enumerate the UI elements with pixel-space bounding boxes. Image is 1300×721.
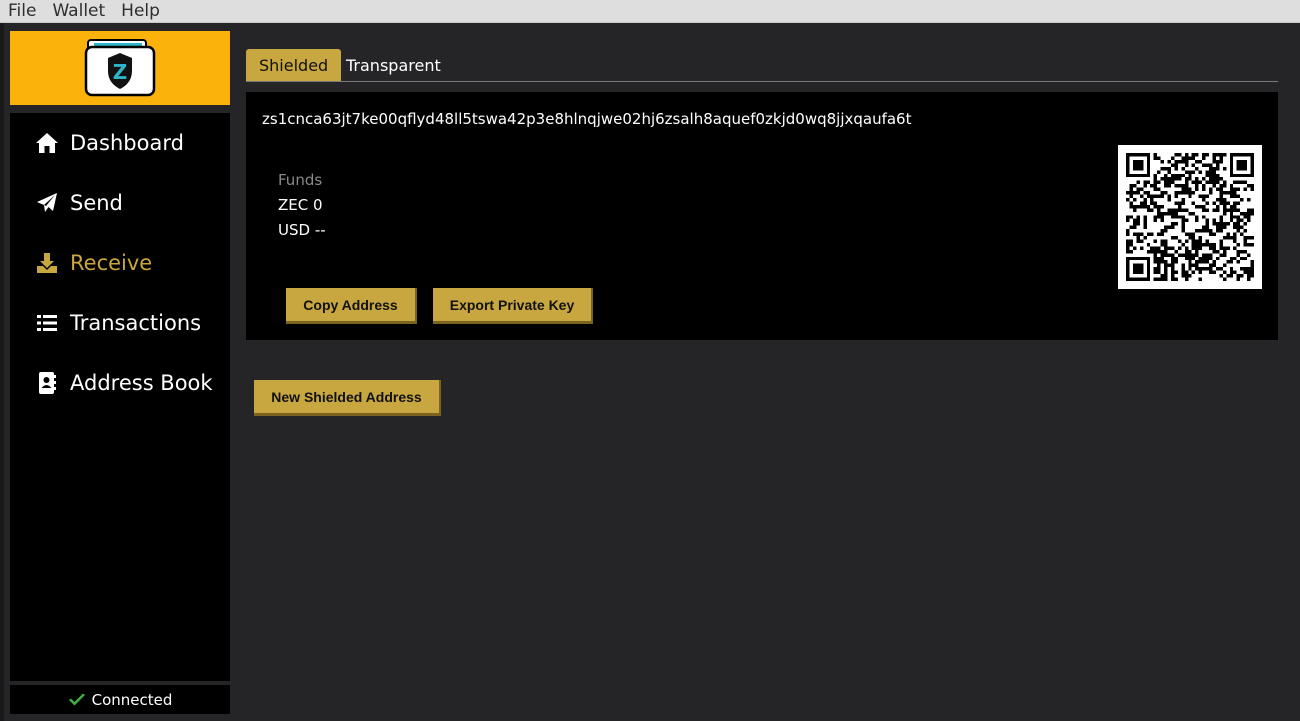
menu-bar: File Wallet Help (0, 0, 1300, 23)
sidebar-item-address-book[interactable]: Address Book (10, 353, 230, 413)
sidebar-item-label: Dashboard (70, 131, 184, 155)
sidebar-item-label: Send (70, 191, 123, 215)
menu-file[interactable]: File (0, 0, 44, 23)
connection-status: Connected (10, 685, 230, 714)
paper-plane-icon (34, 190, 60, 216)
logo-box: Z (10, 31, 230, 105)
sidebar-item-receive[interactable]: Receive (10, 233, 230, 293)
window-frame (0, 23, 4, 721)
app-window: Z Dashboard Send Receive Transactions Ad… (0, 23, 1300, 721)
home-icon (34, 130, 60, 156)
copy-address-button[interactable]: Copy Address (286, 288, 417, 324)
sidebar-item-label: Receive (70, 251, 153, 275)
status-label: Connected (91, 690, 173, 709)
new-shielded-address-button[interactable]: New Shielded Address (254, 380, 441, 416)
sidebar-item-transactions[interactable]: Transactions (10, 293, 230, 353)
menu-wallet[interactable]: Wallet (44, 0, 113, 23)
shielded-address: zs1cnca63jt7ke00qflyd48ll5tswa42p3e8hlnq… (262, 110, 912, 128)
qr-code (1118, 145, 1262, 289)
menu-help[interactable]: Help (113, 0, 168, 23)
funds-zec-balance: ZEC 0 (278, 196, 323, 214)
sidebar-item-label: Transactions (70, 311, 202, 335)
export-private-key-button[interactable]: Export Private Key (433, 288, 593, 324)
address-book-icon (34, 370, 60, 396)
sidebar-item-label: Address Book (70, 371, 213, 395)
tab-transparent[interactable]: Transparent (333, 49, 454, 81)
sidebar-item-dashboard[interactable]: Dashboard (10, 113, 230, 173)
zec-wallet-logo-icon: Z (84, 39, 156, 97)
download-icon (34, 250, 60, 276)
check-icon (68, 693, 86, 707)
address-panel: zs1cnca63jt7ke00qflyd48ll5tswa42p3e8hlnq… (246, 92, 1278, 340)
sidebar-item-send[interactable]: Send (10, 173, 230, 233)
tab-shielded[interactable]: Shielded (246, 49, 342, 81)
list-icon (34, 310, 60, 336)
funds-label: Funds (278, 171, 323, 189)
funds-usd-balance: USD -- (278, 221, 326, 239)
svg-text:Z: Z (113, 60, 128, 84)
address-type-tabs: Shielded Transparent (246, 49, 1278, 82)
sidebar-nav: Dashboard Send Receive Transactions Addr… (10, 113, 230, 681)
